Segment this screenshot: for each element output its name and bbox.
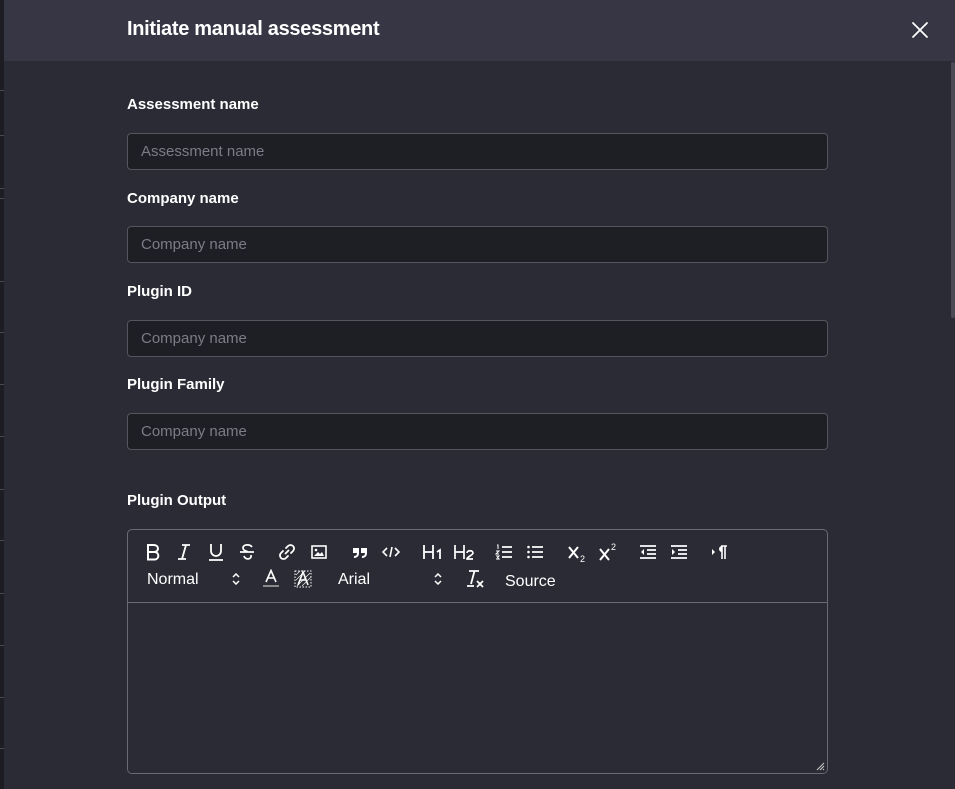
size-picker[interactable]: Normal xyxy=(147,571,199,589)
header-1-button[interactable] xyxy=(422,543,444,561)
source-button[interactable]: Source xyxy=(505,573,556,591)
link-button[interactable] xyxy=(278,543,296,561)
indent-icon xyxy=(671,545,687,559)
scrollbar-thumb[interactable] xyxy=(951,62,955,318)
background-color-button[interactable] xyxy=(294,569,312,589)
code-block-button[interactable] xyxy=(382,543,400,561)
editor-toolbar: 2 2 Normal Arial Source xyxy=(128,530,827,603)
image-button[interactable] xyxy=(310,543,328,561)
clear-format-button[interactable] xyxy=(465,569,485,589)
indent-button[interactable] xyxy=(670,543,688,561)
modal-title: Initiate manual assessment xyxy=(127,18,380,40)
subscript-icon: 2 xyxy=(568,546,585,563)
image-icon xyxy=(311,545,327,559)
outdent-icon xyxy=(640,545,656,559)
blockquote-icon xyxy=(353,548,367,558)
superscript-icon: 2 xyxy=(599,543,616,561)
close-button[interactable] xyxy=(910,20,930,40)
company-name-label: Company name xyxy=(127,190,239,207)
strikethrough-icon xyxy=(240,544,254,560)
plugin-output-label: Plugin Output xyxy=(127,492,227,509)
text-direction-button[interactable] xyxy=(711,543,729,561)
plugin-id-input[interactable] xyxy=(127,320,828,357)
bullet-list-button[interactable] xyxy=(526,543,544,561)
plugin-output-editor: 2 2 Normal Arial Source xyxy=(127,529,828,774)
plugin-family-label: Plugin Family xyxy=(127,376,225,393)
font-picker[interactable]: Arial xyxy=(338,571,370,589)
bold-button[interactable] xyxy=(145,543,161,561)
outdent-button[interactable] xyxy=(639,543,657,561)
assessment-name-input[interactable] xyxy=(127,133,828,170)
bullet-list-icon xyxy=(527,545,543,559)
plugin-id-label: Plugin ID xyxy=(127,283,192,300)
blockquote-button[interactable] xyxy=(351,543,369,561)
plugin-output-textarea[interactable] xyxy=(128,604,827,773)
assessment-name-label: Assessment name xyxy=(127,96,259,113)
italic-button[interactable] xyxy=(176,543,192,561)
superscript-button[interactable]: 2 xyxy=(598,543,618,563)
ordered-list-icon xyxy=(495,544,512,560)
subscript-button[interactable]: 2 xyxy=(567,543,587,563)
code-block-icon xyxy=(382,546,400,558)
text-direction-icon xyxy=(712,545,727,559)
header-1-icon xyxy=(423,545,441,559)
strikethrough-button[interactable] xyxy=(238,543,256,561)
size-picker-arrow-icon xyxy=(232,573,240,585)
font-picker-arrow-icon xyxy=(434,573,442,585)
link-icon xyxy=(279,544,295,560)
ordered-list-button[interactable] xyxy=(495,543,513,561)
plugin-family-input[interactable] xyxy=(127,413,828,450)
clear-format-icon xyxy=(467,570,484,588)
text-color-icon xyxy=(263,569,279,587)
italic-icon xyxy=(178,544,190,560)
underline-icon xyxy=(209,544,223,561)
company-name-input[interactable] xyxy=(127,226,828,263)
resize-handle-icon[interactable] xyxy=(816,762,825,771)
modal-header: Initiate manual assessment xyxy=(4,0,955,61)
svg-text:2: 2 xyxy=(580,554,585,563)
svg-text:2: 2 xyxy=(611,543,616,552)
header-2-button[interactable] xyxy=(453,543,475,561)
underline-button[interactable] xyxy=(207,543,225,561)
header-2-icon xyxy=(454,545,474,560)
text-color-button[interactable] xyxy=(262,569,280,589)
background-color-icon xyxy=(294,569,312,588)
bold-icon xyxy=(147,544,160,561)
close-icon xyxy=(912,22,928,38)
manual-assessment-modal: Initiate manual assessment Assessment na… xyxy=(4,0,955,789)
